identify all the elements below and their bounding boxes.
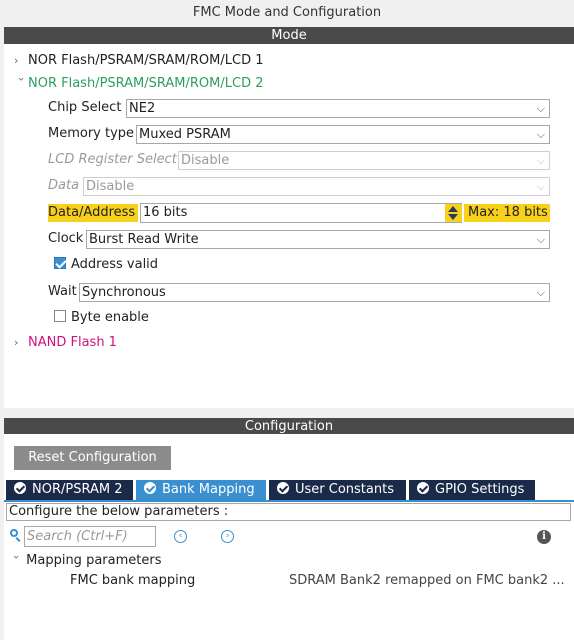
param-value[interactable]: SDRAM Bank2 remapped on FMC bank2 ... — [289, 572, 565, 590]
chevron-down-icon: ⌵ — [536, 154, 545, 167]
param-memory-type: Memory type Muxed PSRAM ⌵ — [48, 123, 550, 145]
spin-down-icon[interactable] — [448, 214, 458, 220]
configuration-header: Configuration — [4, 418, 574, 435]
reset-configuration-button[interactable]: Reset Configuration — [14, 446, 171, 470]
data-address-label: Data/Address — [48, 204, 138, 222]
data-address-max: Max: 18 bits — [464, 204, 550, 222]
memory-type-label: Memory type — [48, 126, 135, 141]
chevron-down-icon[interactable]: › — [11, 77, 31, 91]
chip-select-value: NE2 — [129, 101, 156, 116]
tree-item-nor2[interactable]: ›NOR Flash/PSRAM/SRAM/ROM/LCD 2 — [14, 74, 264, 94]
lcd-register-select-dropdown: Disable ⌵ — [178, 151, 550, 170]
memory-type-value: Muxed PSRAM — [139, 127, 231, 142]
clock-dropdown[interactable]: Burst Read Write ⌵ — [86, 230, 550, 249]
lcd-register-select-value: Disable — [181, 153, 230, 168]
tree-item-label: NOR Flash/PSRAM/SRAM/ROM/LCD 1 — [28, 53, 264, 68]
param-data: Data Disable ⌵ — [48, 175, 550, 197]
search-input[interactable] — [24, 526, 156, 547]
memory-type-dropdown[interactable]: Muxed PSRAM ⌵ — [136, 125, 550, 144]
chevron-down-icon: ⌵ — [536, 128, 545, 141]
chip-select-dropdown[interactable]: NE2 ⌵ — [126, 99, 550, 118]
mode-panel: › NOR Flash/PSRAM/SRAM/ROM/LCD 1 ›NOR Fla… — [4, 44, 574, 408]
checkbox-checked-icon[interactable] — [54, 257, 66, 269]
wait-value: Synchronous — [82, 285, 166, 300]
param-data-address: Data/Address 16 bits Max: 18 bits — [48, 202, 550, 224]
checkbox-unchecked-icon[interactable] — [54, 310, 66, 322]
chevron-down-icon: ⌵ — [536, 102, 545, 115]
tab-label: User Constants — [295, 482, 394, 497]
param-lcd-register-select: LCD Register Select Disable ⌵ — [48, 149, 550, 171]
param-name: FMC bank mapping — [70, 573, 196, 588]
mode-header: Mode — [4, 27, 574, 44]
configure-instructions: Configure the below parameters : — [6, 503, 571, 521]
check-circle-icon — [277, 482, 289, 494]
wait-dropdown[interactable]: Synchronous ⌵ — [79, 283, 550, 302]
tab-underline — [4, 500, 574, 502]
check-circle-icon — [14, 482, 26, 494]
param-clock: Clock Burst Read Write ⌵ — [48, 228, 550, 250]
chevron-down-icon: ⌵ — [536, 286, 545, 299]
data-value: Disable — [86, 179, 135, 194]
chevron-right-icon[interactable]: › — [14, 51, 28, 71]
search-next-icon[interactable]: › — [221, 530, 234, 543]
clock-label: Clock — [48, 231, 84, 246]
chevron-down-icon: ⌵ — [536, 180, 545, 193]
tab-label: Bank Mapping — [162, 482, 255, 497]
address-valid-checkbox[interactable]: Address valid — [54, 255, 158, 275]
search-previous-icon[interactable]: ‹ — [174, 530, 187, 543]
group-label: Mapping parameters — [26, 553, 162, 568]
wait-label: Wait — [48, 284, 77, 299]
clock-value: Burst Read Write — [89, 232, 199, 247]
chevron-down-icon[interactable]: › — [7, 555, 25, 567]
chevron-down-icon: ⌵ — [536, 233, 545, 246]
check-circle-icon — [417, 482, 429, 494]
chevron-right-icon[interactable]: › — [14, 333, 28, 353]
tree-item-nand1[interactable]: › NAND Flash 1 — [14, 333, 117, 353]
tab-nor-psram-2[interactable]: NOR/PSRAM 2 — [6, 480, 133, 500]
configuration-panel: Reset Configuration NOR/PSRAM 2 Bank Map… — [4, 434, 574, 640]
search-icon — [10, 529, 22, 542]
info-icon[interactable]: i — [537, 530, 551, 544]
param-wait: Wait Synchronous ⌵ — [48, 281, 550, 303]
param-chip-select: Chip Select NE2 ⌵ — [48, 97, 550, 119]
lcd-register-select-label: LCD Register Select — [48, 152, 177, 167]
tab-gpio-settings[interactable]: GPIO Settings — [409, 480, 535, 500]
window-title: FMC Mode and Configuration — [192, 5, 382, 20]
byte-enable-label: Byte enable — [71, 310, 149, 325]
tree-item-label: NOR Flash/PSRAM/SRAM/ROM/LCD 2 — [28, 76, 264, 91]
data-dropdown: Disable ⌵ — [83, 177, 550, 196]
data-address-value: 16 bits — [143, 205, 188, 220]
address-valid-label: Address valid — [71, 257, 159, 272]
mapping-parameters-group[interactable]: › Mapping parameters — [10, 552, 161, 570]
tab-bank-mapping[interactable]: Bank Mapping — [136, 480, 266, 500]
tab-label: GPIO Settings — [435, 482, 525, 497]
chip-select-label: Chip Select — [48, 100, 122, 115]
data-address-input[interactable]: 16 bits — [140, 203, 462, 223]
tree-item-label: NAND Flash 1 — [28, 335, 117, 350]
data-address-spinner[interactable] — [445, 204, 462, 222]
data-label: Data — [48, 178, 80, 193]
tree-item-nor1[interactable]: › NOR Flash/PSRAM/SRAM/ROM/LCD 1 — [14, 51, 264, 71]
check-circle-icon — [144, 482, 156, 494]
tab-label: NOR/PSRAM 2 — [32, 482, 123, 497]
byte-enable-checkbox[interactable]: Byte enable — [54, 308, 149, 328]
spin-up-icon[interactable] — [448, 206, 458, 212]
tab-user-constants[interactable]: User Constants — [269, 480, 406, 500]
